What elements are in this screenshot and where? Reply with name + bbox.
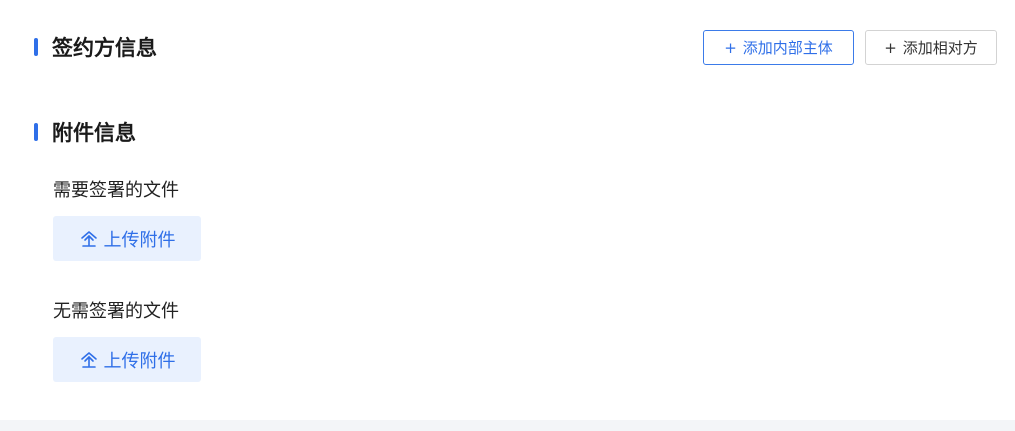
add-counterparty-label: 添加相对方 <box>902 39 978 57</box>
footer-divider <box>0 420 1015 431</box>
plus-icon: + <box>724 38 737 57</box>
section-marker-bar <box>34 123 38 141</box>
upload-label: 上传附件 <box>103 229 176 251</box>
upload-icon <box>79 350 99 370</box>
add-internal-entity-button[interactable]: + 添加内部主体 <box>703 30 854 65</box>
page: 签约方信息 + 添加内部主体 + 添加相对方 附件信息 需要签署的文件 上传附件… <box>0 0 1015 431</box>
add-internal-entity-label: 添加内部主体 <box>742 39 833 57</box>
upload-attachment-button-nosign[interactable]: 上传附件 <box>53 337 201 382</box>
upload-icon <box>79 229 99 249</box>
upload-label: 上传附件 <box>103 350 176 372</box>
section-title-signatories: 签约方信息 <box>34 32 157 62</box>
add-counterparty-button[interactable]: + 添加相对方 <box>865 30 997 65</box>
section-title-text: 签约方信息 <box>52 36 157 60</box>
section-marker-bar <box>34 38 38 56</box>
section-title-attachments: 附件信息 <box>34 117 136 147</box>
plus-icon: + <box>884 38 897 57</box>
files-no-sign-label: 无需签署的文件 <box>53 301 179 322</box>
files-to-sign-label: 需要签署的文件 <box>53 180 179 201</box>
upload-attachment-button-sign[interactable]: 上传附件 <box>53 216 201 261</box>
section-title-text: 附件信息 <box>52 121 136 145</box>
